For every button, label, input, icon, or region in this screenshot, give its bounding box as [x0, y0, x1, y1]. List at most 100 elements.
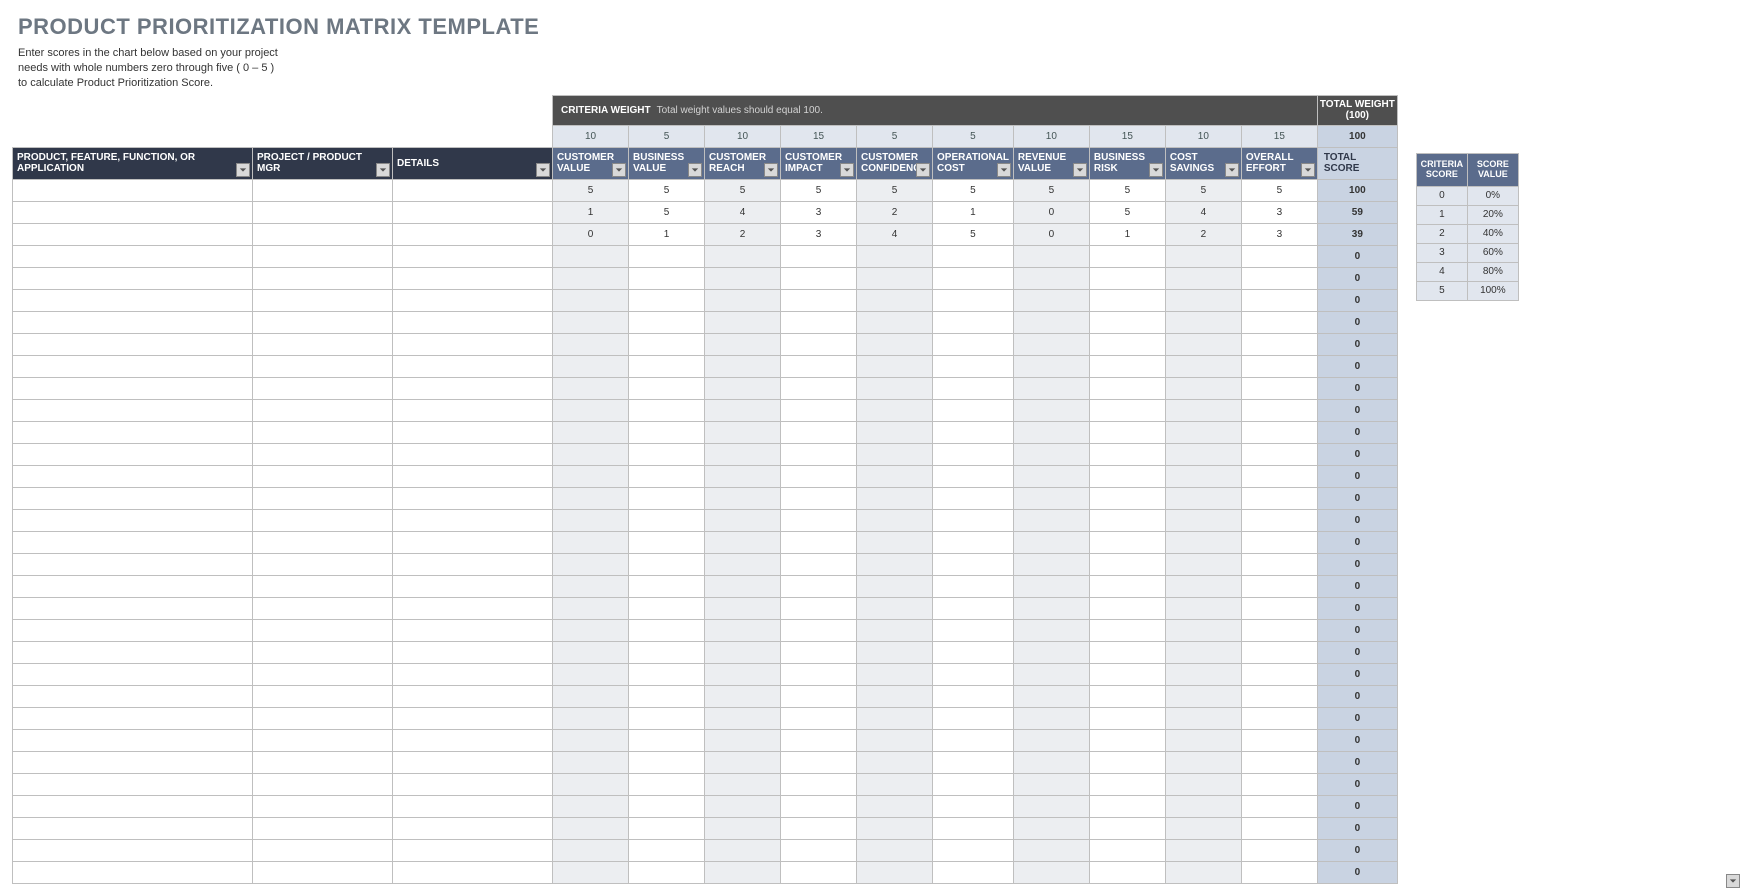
score-cell[interactable]	[553, 773, 629, 795]
score-cell[interactable]	[553, 575, 629, 597]
col-header-total[interactable]: TOTAL SCORE	[1317, 147, 1397, 179]
score-cell[interactable]: 5	[781, 179, 857, 201]
details-cell[interactable]	[393, 245, 553, 267]
col-header-criteria-3[interactable]: CUSTOMER IMPACT	[781, 147, 857, 179]
col-header-left-0[interactable]: PRODUCT, FEATURE, FUNCTION, OR APPLICATI…	[13, 147, 253, 179]
score-cell[interactable]	[1013, 421, 1089, 443]
score-cell[interactable]	[1089, 685, 1165, 707]
score-cell[interactable]	[781, 289, 857, 311]
score-cell[interactable]	[1165, 861, 1241, 883]
details-cell[interactable]	[393, 575, 553, 597]
score-cell[interactable]	[629, 531, 705, 553]
score-cell[interactable]	[857, 399, 933, 421]
score-cell[interactable]	[857, 839, 933, 861]
score-cell[interactable]: 1	[629, 223, 705, 245]
details-cell[interactable]	[393, 553, 553, 575]
score-cell[interactable]	[1013, 817, 1089, 839]
score-cell[interactable]	[1241, 289, 1317, 311]
score-cell[interactable]	[629, 729, 705, 751]
score-cell[interactable]	[1013, 465, 1089, 487]
score-cell[interactable]	[1165, 443, 1241, 465]
product-cell[interactable]	[13, 751, 253, 773]
product-cell[interactable]	[13, 685, 253, 707]
product-cell[interactable]	[13, 729, 253, 751]
score-cell[interactable]	[1241, 267, 1317, 289]
score-cell[interactable]	[553, 597, 629, 619]
score-cell[interactable]	[705, 619, 781, 641]
score-cell[interactable]	[629, 289, 705, 311]
product-cell[interactable]	[13, 641, 253, 663]
score-cell[interactable]	[1241, 311, 1317, 333]
product-cell[interactable]	[13, 201, 253, 223]
score-cell[interactable]	[629, 839, 705, 861]
mgr-cell[interactable]	[253, 289, 393, 311]
filter-icon[interactable]	[840, 163, 854, 177]
score-cell[interactable]	[1241, 487, 1317, 509]
score-cell[interactable]	[1013, 311, 1089, 333]
score-cell[interactable]	[1013, 751, 1089, 773]
score-cell[interactable]	[629, 817, 705, 839]
score-cell[interactable]	[781, 707, 857, 729]
score-cell[interactable]	[1165, 751, 1241, 773]
score-cell[interactable]	[1013, 399, 1089, 421]
score-cell[interactable]	[1241, 553, 1317, 575]
score-cell[interactable]	[1165, 377, 1241, 399]
score-cell[interactable]	[705, 707, 781, 729]
score-cell[interactable]	[933, 663, 1014, 685]
score-cell[interactable]	[1089, 795, 1165, 817]
score-cell[interactable]	[553, 245, 629, 267]
filter-icon[interactable]	[997, 163, 1011, 177]
score-cell[interactable]	[1089, 487, 1165, 509]
score-cell[interactable]	[1013, 641, 1089, 663]
score-cell[interactable]	[1089, 509, 1165, 531]
score-cell[interactable]	[1089, 465, 1165, 487]
col-header-criteria-5[interactable]: OPERATIONAL COST	[933, 147, 1014, 179]
score-cell[interactable]	[781, 333, 857, 355]
score-cell[interactable]: 5	[629, 201, 705, 223]
score-cell[interactable]	[1089, 355, 1165, 377]
score-cell[interactable]	[705, 311, 781, 333]
score-cell[interactable]	[553, 311, 629, 333]
score-cell[interactable]	[553, 377, 629, 399]
score-cell[interactable]	[857, 267, 933, 289]
score-cell[interactable]	[553, 421, 629, 443]
score-cell[interactable]	[933, 465, 1014, 487]
score-cell[interactable]	[781, 795, 857, 817]
score-cell[interactable]	[933, 333, 1014, 355]
col-header-criteria-9[interactable]: OVERALL EFFORT	[1241, 147, 1317, 179]
mgr-cell[interactable]	[253, 619, 393, 641]
score-cell[interactable]	[705, 509, 781, 531]
score-cell[interactable]	[705, 729, 781, 751]
score-cell[interactable]: 3	[1241, 201, 1317, 223]
details-cell[interactable]	[393, 223, 553, 245]
score-cell[interactable]: 0	[1013, 201, 1089, 223]
score-cell[interactable]	[629, 399, 705, 421]
score-cell[interactable]	[1241, 531, 1317, 553]
score-cell[interactable]	[781, 575, 857, 597]
score-cell[interactable]	[629, 597, 705, 619]
score-cell[interactable]: 1	[933, 201, 1014, 223]
product-cell[interactable]	[13, 377, 253, 399]
score-cell[interactable]	[857, 707, 933, 729]
score-cell[interactable]	[781, 619, 857, 641]
score-cell[interactable]	[933, 553, 1014, 575]
score-cell[interactable]	[553, 531, 629, 553]
score-cell[interactable]	[553, 509, 629, 531]
score-cell[interactable]	[705, 289, 781, 311]
weight-cell[interactable]: 5	[857, 125, 933, 147]
filter-icon[interactable]	[536, 163, 550, 177]
score-cell[interactable]	[553, 399, 629, 421]
mgr-cell[interactable]	[253, 465, 393, 487]
product-cell[interactable]	[13, 553, 253, 575]
score-cell[interactable]	[933, 729, 1014, 751]
score-cell[interactable]	[1165, 311, 1241, 333]
score-cell[interactable]	[1241, 597, 1317, 619]
score-cell[interactable]	[933, 443, 1014, 465]
score-cell[interactable]	[1241, 333, 1317, 355]
score-cell[interactable]	[857, 795, 933, 817]
score-cell[interactable]	[705, 773, 781, 795]
score-cell[interactable]	[553, 751, 629, 773]
score-cell[interactable]	[1089, 773, 1165, 795]
score-cell[interactable]	[553, 707, 629, 729]
score-cell[interactable]	[1241, 421, 1317, 443]
